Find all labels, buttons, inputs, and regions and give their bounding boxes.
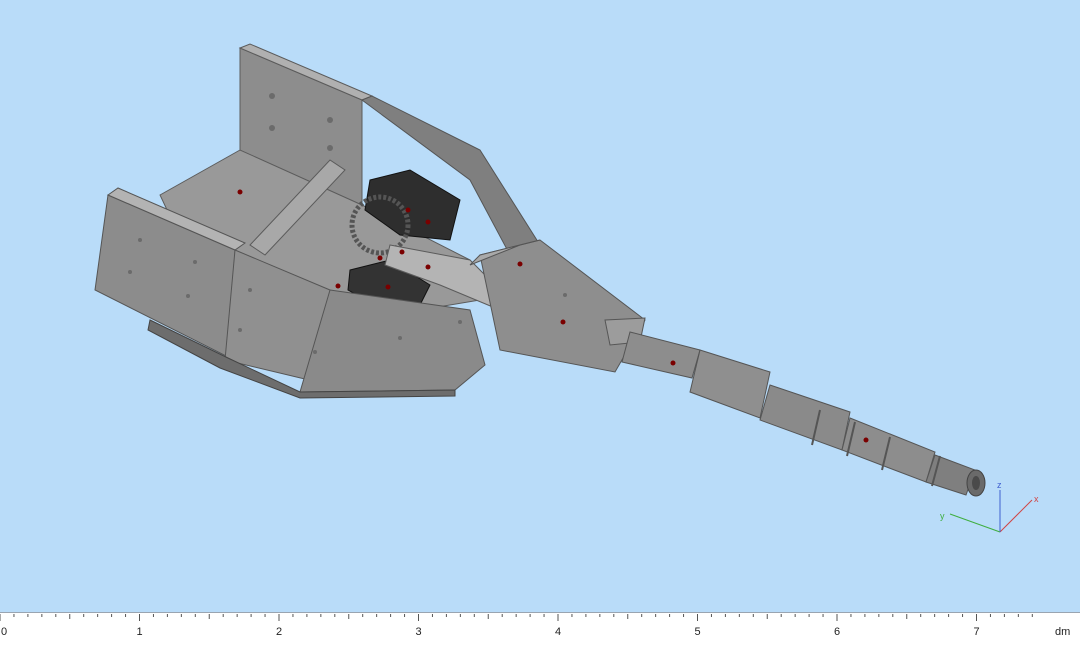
triad-y-axis [949,513,1001,533]
ruler-canvas: 0 1 2 3 4 5 6 7 dm [0,614,1070,638]
ruler-tick-label: 5 [695,626,701,638]
front-armor-right [299,289,486,393]
turret-model[interactable] [94,43,986,497]
ruler-tick-label: 1 [137,626,143,638]
ruler-tick-label: 7 [974,626,980,638]
3d-viewport[interactable]: x y z [0,0,1080,612]
gun-barrel [621,331,986,497]
turret-front-wedge [479,239,646,373]
ruler-tick-label: 6 [834,626,840,638]
ruler-tick-label: 3 [416,626,422,638]
triad-y-label: y [940,511,945,521]
ruler-unit-label: dm [1055,626,1070,638]
scale-ruler: 0 1 2 3 4 5 6 7 dm [0,612,1080,646]
ruler-tick-label: 0 [1,626,7,638]
ruler-ticks: 0 1 2 3 4 5 6 7 [0,614,1033,638]
triad-x-axis [999,499,1033,533]
ruler-tick-label: 4 [555,626,561,638]
triad-z-label: z [997,480,1002,490]
triad-x-label: x [1034,494,1039,504]
ruler-tick-label: 2 [276,626,282,638]
model-canvas[interactable]: x y z [0,0,1080,612]
